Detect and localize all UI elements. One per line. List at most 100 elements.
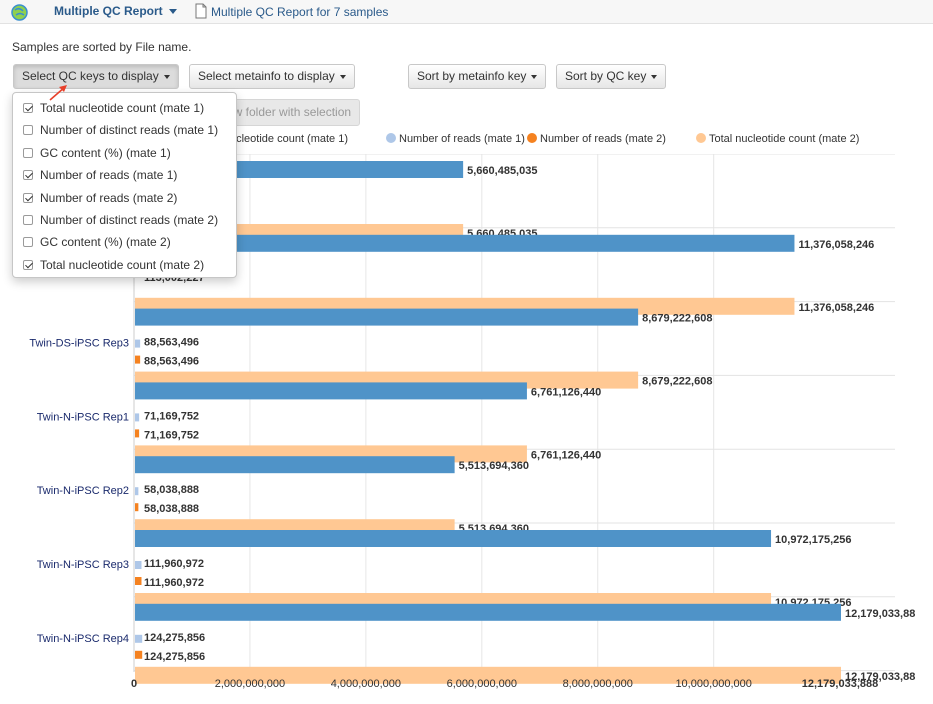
- data-label: 11,376,058,246: [798, 239, 874, 251]
- new-folder-label: ew folder with selection: [227, 105, 352, 119]
- legend-swatch: [527, 133, 537, 143]
- data-label: 111,960,972: [144, 558, 204, 570]
- bar: [135, 503, 139, 512]
- qc-key-option[interactable]: Number of distinct reads (mate 1): [23, 123, 218, 143]
- data-label: 124,275,856: [144, 632, 205, 644]
- sort-note: Samples are sorted by File name.: [12, 40, 192, 54]
- legend-label: Total nucleotide count (mate 2): [709, 133, 860, 145]
- legend-label: Number of reads (mate 1): [399, 133, 525, 145]
- data-label: 8,679,222,608: [642, 313, 712, 325]
- legend-item[interactable]: ucleotide count (mate 1): [230, 133, 348, 145]
- data-label: 10,972,175,256: [775, 534, 851, 546]
- x-tick-label: 8,000,000,000: [563, 678, 633, 690]
- bar: [135, 429, 140, 438]
- qc-key-label: Number of reads (mate 2): [40, 191, 178, 205]
- legend-swatch: [386, 133, 396, 143]
- qc-key-option[interactable]: GC content (%) (mate 1): [23, 146, 171, 166]
- checkbox[interactable]: [23, 215, 33, 225]
- sample-label[interactable]: Twin-N-iPSC Rep1: [37, 411, 129, 423]
- bar: [135, 577, 142, 585]
- bar: [135, 603, 841, 621]
- qc-key-label: Number of distinct reads (mate 2): [40, 213, 219, 227]
- x-tick-label: 6,000,000,000: [447, 678, 517, 690]
- data-label: 6,761,126,440: [531, 386, 601, 398]
- report-menu-label: Multiple QC Report: [54, 4, 163, 18]
- x-tick-label: 10,000,000,000: [675, 678, 751, 690]
- qc-key-option[interactable]: Number of distinct reads (mate 2): [23, 213, 218, 233]
- bar: [135, 355, 141, 364]
- data-label: 11,376,058,246: [798, 302, 874, 314]
- checkbox[interactable]: [23, 125, 33, 135]
- sort-by-qc-button[interactable]: Sort by QC key: [556, 64, 667, 89]
- top-bar: Multiple QC Report Multiple QC Report fo…: [0, 0, 933, 24]
- legend-swatch: [696, 133, 706, 143]
- caret-down-icon: [163, 74, 170, 79]
- caret-down-icon: [339, 74, 346, 79]
- data-label: 58,038,888: [144, 484, 199, 496]
- bar: [135, 456, 455, 474]
- data-label: 71,169,752: [144, 429, 199, 441]
- data-label: 111,960,972: [144, 577, 204, 589]
- data-label: 58,038,888: [144, 503, 199, 515]
- qc-key-label: Number of reads (mate 1): [40, 168, 178, 182]
- checkbox[interactable]: [23, 103, 33, 113]
- checkbox[interactable]: [23, 148, 33, 158]
- bar: [135, 308, 639, 326]
- data-label: 8,679,222,608: [642, 376, 712, 388]
- select-metainfo-button[interactable]: Select metainfo to display: [189, 64, 355, 89]
- qc-key-label: Number of distinct reads (mate 1): [40, 123, 219, 137]
- data-label: 6,761,126,440: [531, 449, 601, 461]
- qc-key-label: Total nucleotide count (mate 1): [40, 101, 205, 115]
- bar: [135, 339, 141, 348]
- x-tick-label: 12,179,033,888: [802, 678, 878, 690]
- sort-by-metainfo-button[interactable]: Sort by metainfo key: [408, 64, 547, 89]
- qc-key-option[interactable]: Number of reads (mate 1): [23, 168, 177, 188]
- x-tick-label: 4,000,000,000: [331, 678, 401, 690]
- x-tick-label: 2,000,000,000: [215, 678, 285, 690]
- bar: [135, 530, 772, 547]
- document-icon: [195, 3, 207, 19]
- caret-down-icon: [531, 74, 538, 79]
- sample-label[interactable]: Twin-DS-iPSC Rep3: [29, 338, 129, 350]
- qc-key-option[interactable]: GC content (%) (mate 2): [23, 235, 171, 255]
- bar: [135, 487, 139, 496]
- sample-label[interactable]: Twin-N-iPSC Rep2: [37, 485, 129, 497]
- select-qc-keys-button[interactable]: Select QC keys to display: [13, 64, 179, 89]
- qc-keys-dropdown: Total nucleotide count (mate 1) Number of…: [12, 92, 237, 278]
- qc-key-label: Total nucleotide count (mate 2): [40, 258, 205, 272]
- sample-label[interactable]: Twin-N-iPSC Rep3: [37, 559, 129, 571]
- checkbox[interactable]: [23, 193, 33, 203]
- data-label: 88,563,496: [144, 356, 199, 368]
- data-label: 12,179,033,88: [845, 608, 915, 620]
- checkbox[interactable]: [23, 260, 33, 270]
- app-logo-icon[interactable]: [11, 4, 28, 21]
- qc-key-label: GC content (%) (mate 1): [40, 146, 171, 160]
- sort-by-qc-label: Sort by QC key: [565, 69, 647, 83]
- data-label: 124,275,856: [144, 651, 205, 663]
- qc-key-label: GC content (%) (mate 2): [40, 235, 171, 249]
- legend-item[interactable]: Number of reads (mate 2): [527, 133, 666, 145]
- select-metainfo-label: Select metainfo to display: [198, 69, 335, 83]
- bar: [135, 650, 143, 659]
- report-menu-dropdown[interactable]: Multiple QC Report: [54, 4, 177, 18]
- bar: [135, 561, 142, 569]
- legend-item[interactable]: Total nucleotide count (mate 2): [696, 133, 859, 145]
- legend-item[interactable]: Number of reads (mate 1): [386, 133, 525, 145]
- checkbox[interactable]: [23, 237, 33, 247]
- data-label: 5,660,485,035: [467, 165, 537, 177]
- sample-label[interactable]: Twin-N-iPSC Rep4: [37, 633, 129, 645]
- bar: [135, 634, 143, 643]
- sort-by-metainfo-label: Sort by metainfo key: [417, 69, 527, 83]
- pointer-arrow-icon: [49, 85, 67, 101]
- select-qc-keys-label: Select QC keys to display: [22, 69, 159, 83]
- data-label: 5,513,694,360: [459, 460, 529, 472]
- qc-key-option[interactable]: Total nucleotide count (mate 1): [23, 101, 204, 121]
- bar: [135, 382, 527, 400]
- checkbox[interactable]: [23, 170, 33, 180]
- report-title[interactable]: Multiple QC Report for 7 samples: [211, 5, 388, 19]
- qc-key-option[interactable]: Total nucleotide count (mate 2): [23, 258, 204, 278]
- x-tick-label: 0: [131, 678, 137, 690]
- qc-key-option[interactable]: Number of reads (mate 2): [23, 191, 177, 211]
- caret-down-icon: [168, 9, 177, 15]
- legend-label: Number of reads (mate 2): [540, 133, 666, 145]
